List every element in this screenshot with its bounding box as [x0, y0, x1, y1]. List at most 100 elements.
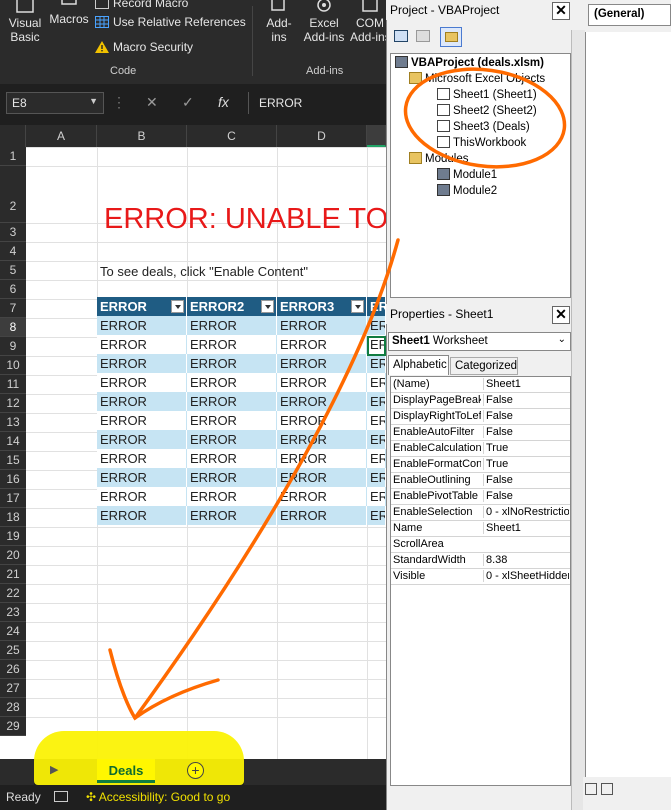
property-value[interactable]: False [483, 410, 569, 422]
tree-excel-objects[interactable]: Microsoft Excel Objects [409, 72, 545, 85]
property-value[interactable]: True [483, 442, 569, 454]
tree-module2[interactable]: Module2 [437, 184, 497, 197]
tree-modules[interactable]: Modules [409, 152, 468, 165]
tree-thisworkbook[interactable]: ThisWorkbook [437, 136, 526, 149]
tree-sheet2[interactable]: Sheet2 (Sheet2) [437, 104, 537, 117]
name-box[interactable]: E8 ▼ [6, 92, 104, 114]
column-header-d[interactable]: D [277, 125, 367, 147]
table-cell[interactable]: ER [367, 506, 386, 525]
row-header[interactable]: 14 [0, 432, 26, 451]
property-value[interactable]: False [483, 490, 569, 502]
table-cell[interactable]: ERROR [277, 373, 367, 392]
filter-dropdown-icon[interactable] [261, 300, 274, 313]
table-cell[interactable]: ER [367, 354, 386, 373]
close-icon[interactable]: ✕ [552, 2, 570, 20]
row-header[interactable]: 25 [0, 641, 26, 660]
property-value[interactable]: False [483, 394, 569, 406]
record-macro-button[interactable]: Record Macro [95, 0, 188, 10]
table-cell[interactable]: ERROR [187, 373, 277, 392]
property-row[interactable]: EnableOutlining False [391, 473, 570, 489]
column-header-b[interactable]: B [97, 125, 187, 147]
table-cell[interactable]: ER [367, 430, 386, 449]
macro-recording-icon[interactable] [54, 791, 68, 802]
active-cell-e8[interactable] [367, 336, 386, 356]
tree-module1[interactable]: Module1 [437, 168, 497, 181]
cancel-icon[interactable]: ✕ [146, 94, 158, 111]
properties-grid[interactable]: (Name) Sheet1 DisplayPageBreaks False Displa… [390, 376, 571, 786]
full-module-view-icon[interactable] [601, 783, 613, 795]
row-header[interactable]: 12 [0, 394, 26, 413]
table-cell[interactable]: ERROR [277, 354, 367, 373]
property-row[interactable]: EnableSelection 0 - xlNoRestrictions [391, 505, 570, 521]
property-value[interactable]: False [483, 426, 569, 438]
table-cell[interactable]: ERROR [97, 354, 187, 373]
property-row[interactable]: StandardWidth 8.38 [391, 553, 570, 569]
excel-addins-button[interactable]: Excel Add-ins [300, 0, 348, 44]
row-header[interactable]: 9 [0, 337, 26, 356]
row-header[interactable]: 1 [0, 147, 26, 166]
row-header[interactable]: 21 [0, 565, 26, 584]
table-cell[interactable]: ERROR [277, 430, 367, 449]
row-header[interactable]: 4 [0, 242, 26, 261]
property-value[interactable]: False [483, 474, 569, 486]
add-sheet-icon[interactable]: + [187, 762, 204, 779]
property-value[interactable]: True [483, 458, 569, 470]
table-cell[interactable]: ERROR [277, 487, 367, 506]
chevron-down-icon[interactable]: ▼ [89, 96, 98, 106]
column-header-c[interactable]: C [187, 125, 277, 147]
accessibility-status[interactable]: ✣ Accessibility: Good to go [86, 790, 230, 804]
com-addins-button[interactable]: COM Add-ins [350, 0, 390, 44]
table-cell[interactable]: ERROR [187, 411, 277, 430]
formula-input[interactable]: ERROR [248, 92, 386, 114]
table-cell[interactable]: ERROR [97, 449, 187, 468]
row-header[interactable]: 28 [0, 698, 26, 717]
view-object-icon[interactable] [416, 30, 430, 42]
row-header[interactable]: 22 [0, 584, 26, 603]
property-value[interactable]: 0 - xlSheetHidden [483, 570, 569, 582]
table-cell[interactable]: ERROR [277, 392, 367, 411]
row-header[interactable]: 13 [0, 413, 26, 432]
tree-sheet3[interactable]: Sheet3 (Deals) [437, 120, 530, 133]
table-cell[interactable]: ERROR [187, 392, 277, 411]
table-cell[interactable]: ER [367, 468, 386, 487]
relative-references-button[interactable]: Use Relative References [95, 15, 246, 29]
visual-basic-button[interactable]: Visual Basic [6, 0, 44, 44]
worksheet-grid[interactable]: A B C D 1 2 3 4 5 6 7 8 9 10 11 12 13 14 15 16 17 18 19 20 2… [0, 125, 386, 759]
table-cell[interactable]: ERROR [187, 335, 277, 354]
addins-button[interactable]: Add- ins [262, 0, 296, 44]
row-header[interactable]: 2 [0, 166, 26, 223]
column-header-a[interactable]: A [26, 125, 97, 147]
table-cell[interactable]: ERROR [97, 468, 187, 487]
property-row[interactable]: EnableAutoFilter False [391, 425, 570, 441]
row-header[interactable]: 26 [0, 660, 26, 679]
table-cell[interactable]: ER [367, 487, 386, 506]
row-header[interactable]: 29 [0, 717, 26, 736]
property-row[interactable]: EnablePivotTable False [391, 489, 570, 505]
row-header[interactable]: 27 [0, 679, 26, 698]
table-cell[interactable]: ERROR [187, 316, 277, 335]
table-cell[interactable]: ERROR [97, 316, 187, 335]
filter-dropdown-icon[interactable] [351, 300, 364, 313]
table-cell[interactable]: ERROR [97, 487, 187, 506]
row-header[interactable]: 6 [0, 280, 26, 299]
table-cell[interactable]: ER [367, 411, 386, 430]
toggle-folders-icon[interactable] [440, 27, 462, 47]
row-header[interactable]: 24 [0, 622, 26, 641]
table-cell[interactable]: ERROR [277, 468, 367, 487]
row-header[interactable]: 15 [0, 451, 26, 470]
table-header-cell[interactable]: ERROR [97, 297, 187, 316]
property-row[interactable]: DisplayPageBreaks False [391, 393, 570, 409]
row-header[interactable]: 5 [0, 261, 26, 280]
table-cell[interactable]: ERROR [97, 411, 187, 430]
row-header[interactable]: 8 [0, 318, 26, 337]
table-cell[interactable]: ERROR [187, 506, 277, 525]
row-header[interactable]: 23 [0, 603, 26, 622]
property-row[interactable]: Visible 0 - xlSheetHidden [391, 569, 570, 585]
table-cell[interactable]: ER [367, 449, 386, 468]
row-header[interactable]: 11 [0, 375, 26, 394]
table-cell[interactable]: ERROR [277, 449, 367, 468]
table-cell[interactable]: ERROR [277, 411, 367, 430]
row-header[interactable]: 19 [0, 527, 26, 546]
view-code-icon[interactable] [394, 30, 408, 42]
property-value[interactable]: Sheet1 [483, 522, 569, 534]
